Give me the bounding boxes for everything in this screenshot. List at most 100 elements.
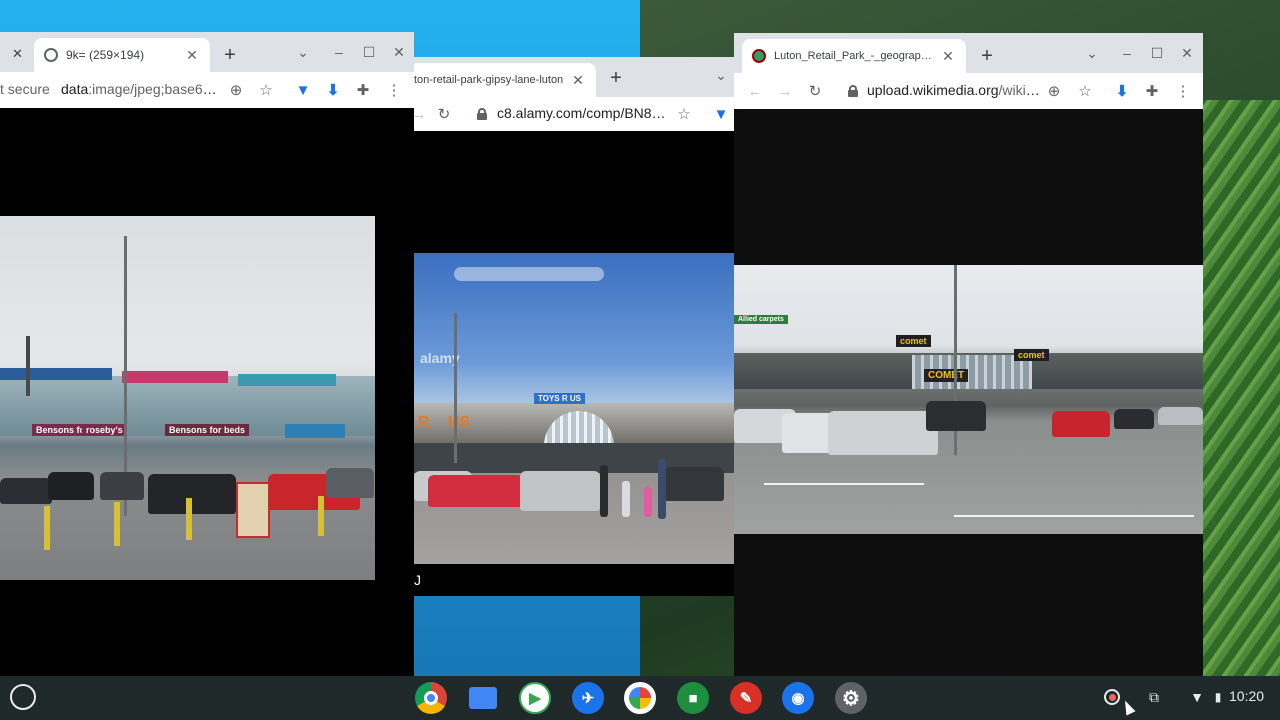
record-dot-icon	[1104, 689, 1120, 705]
store-sign-comet-main: COMET	[924, 369, 969, 382]
tab-title: Luton_Retail_Park_-_geograph.o	[774, 50, 934, 62]
tab-search-icon[interactable]: ⌄	[711, 67, 731, 84]
cloud	[454, 267, 604, 281]
url-host: upload.wikimedia.org	[867, 82, 999, 98]
settings-icon[interactable]: ⚙	[835, 682, 867, 714]
parking-line	[764, 483, 924, 485]
car	[100, 472, 144, 500]
tab-close-icon[interactable]: ✕	[940, 48, 956, 65]
forward-icon[interactable]: →	[772, 78, 798, 104]
toolbar: t secure data:image/jpeg;base64,... ⊕ ☆ …	[0, 72, 414, 108]
reload-icon[interactable]: ↻	[802, 78, 828, 104]
canvas-icon[interactable]: ✎	[730, 682, 762, 714]
retail-park-photo-3: Allied carpets comet COMET comet	[734, 265, 1203, 534]
chat-icon[interactable]: ■	[677, 682, 709, 714]
pedestrian	[644, 487, 652, 517]
clock[interactable]: 10:20	[1229, 688, 1264, 704]
download-icon[interactable]: ⬇	[320, 77, 346, 103]
forward-icon[interactable]: →	[414, 101, 432, 127]
screen-record-icon[interactable]	[1101, 686, 1123, 708]
extension-gem-icon[interactable]: ▼	[708, 101, 734, 127]
car	[48, 472, 94, 500]
extension-gem-icon[interactable]: ▼	[290, 77, 316, 103]
zoom-icon[interactable]: ⊕	[1041, 78, 1067, 104]
new-tab-icon[interactable]: +	[605, 67, 627, 89]
extensions-puzzle-icon[interactable]: ✚	[1139, 78, 1165, 104]
car	[520, 471, 600, 511]
previous-tab-close-icon[interactable]: ✕	[12, 46, 23, 62]
browser-window-1[interactable]: ✕ 9k= (259×194) ✕ + ⌄ – ☐ ✕ t secure dat…	[0, 32, 414, 676]
store-sign-letter-r: R	[418, 414, 430, 431]
bookmark-star-icon[interactable]: ☆	[253, 77, 279, 103]
play-icon[interactable]: ✈	[572, 682, 604, 714]
bollard	[114, 502, 120, 546]
menu-kebab-icon[interactable]: ⋮	[1170, 78, 1196, 104]
tab-title: ton-retail-park-gipsy-lane-luton	[414, 74, 564, 86]
reload-icon[interactable]: ↻	[431, 101, 457, 127]
battery-icon[interactable]: ▮	[1207, 686, 1229, 708]
toolbar: ← → ↻ upload.wikimedia.org/wikip... ⊕ ☆ …	[734, 73, 1203, 109]
store-sign-4	[285, 424, 345, 438]
extensions-puzzle-icon[interactable]: ✚	[350, 77, 376, 103]
new-tab-icon[interactable]: +	[219, 44, 241, 66]
address-bar[interactable]: upload.wikimedia.org/wikip...	[867, 82, 1041, 98]
partial-caption-text: J	[414, 572, 421, 588]
new-tab-icon[interactable]: +	[976, 45, 998, 67]
promo-board	[236, 482, 270, 538]
car	[828, 411, 938, 455]
car	[926, 401, 986, 431]
photos-icon[interactable]	[624, 682, 656, 714]
car	[148, 474, 236, 514]
pedestrian	[622, 481, 630, 517]
store-sign-allied: Allied carpets	[734, 315, 788, 324]
tab-search-icon[interactable]: ⌄	[293, 44, 313, 61]
address-bar[interactable]: data:image/jpeg;base64,...	[61, 81, 219, 97]
menu-kebab-icon[interactable]: ⋮	[381, 77, 407, 103]
maximize-icon[interactable]: ☐	[359, 44, 379, 61]
url-scheme: data	[61, 81, 89, 97]
car	[1052, 411, 1110, 437]
browser-window-3[interactable]: Luton_Retail_Park_-_geograph.o ✕ + ⌄ – ☐…	[734, 33, 1203, 676]
close-window-icon[interactable]: ✕	[1177, 45, 1197, 62]
holding-space-icon[interactable]: ⧉	[1143, 686, 1165, 708]
chrome-icon[interactable]	[415, 682, 447, 714]
minimize-icon[interactable]: –	[1117, 45, 1137, 61]
pedestrian	[658, 459, 666, 519]
active-tab[interactable]: Luton_Retail_Park_-_geograph.o ✕	[742, 39, 966, 73]
car	[326, 468, 374, 498]
bookmark-star-icon[interactable]: ☆	[1072, 78, 1098, 104]
launcher-icon[interactable]	[10, 684, 36, 710]
chrome-center-icon	[424, 691, 438, 705]
tab-search-icon[interactable]: ⌄	[1082, 45, 1102, 62]
car	[1114, 409, 1154, 429]
minimize-icon[interactable]: –	[329, 44, 349, 60]
tab-close-icon[interactable]: ✕	[570, 72, 586, 89]
store-sign-letters-us: US	[448, 414, 471, 431]
active-tab[interactable]: 9k= (259×194) ✕	[34, 38, 210, 72]
tab-close-icon[interactable]: ✕	[184, 47, 200, 64]
files-icon[interactable]	[467, 682, 499, 714]
zoom-icon[interactable]: ⊕	[223, 77, 249, 103]
close-window-icon[interactable]: ✕	[389, 44, 409, 61]
wifi-icon[interactable]: ▼	[1186, 686, 1208, 708]
car	[1158, 407, 1203, 425]
store-sign-2: roseby's	[82, 424, 127, 436]
download-icon[interactable]: ⬇	[1109, 78, 1135, 104]
retail-park-photo-1: Bensons for beds roseby's Bensons for be…	[0, 216, 375, 580]
camera-icon[interactable]: ◉	[782, 682, 814, 714]
bollard	[44, 506, 50, 550]
browser-window-2[interactable]: ton-retail-park-gipsy-lane-luton ✕ + ⌄ →…	[414, 57, 734, 596]
address-bar[interactable]: c8.alamy.com/comp/BN8K...	[497, 105, 671, 121]
car	[0, 478, 52, 504]
maximize-icon[interactable]: ☐	[1147, 45, 1167, 62]
car	[664, 467, 724, 501]
globe-icon	[44, 48, 58, 62]
back-icon[interactable]: ←	[742, 78, 768, 104]
lamp-post	[454, 313, 457, 463]
meet-icon[interactable]: ▶	[519, 682, 551, 714]
bookmark-star-icon[interactable]: ☆	[671, 101, 697, 127]
active-tab[interactable]: ton-retail-park-gipsy-lane-luton ✕	[414, 63, 596, 97]
lock-icon	[477, 108, 487, 120]
tab-strip: ✕ 9k= (259×194) ✕ + ⌄ – ☐ ✕	[0, 32, 414, 72]
security-label[interactable]: t secure	[0, 81, 50, 97]
